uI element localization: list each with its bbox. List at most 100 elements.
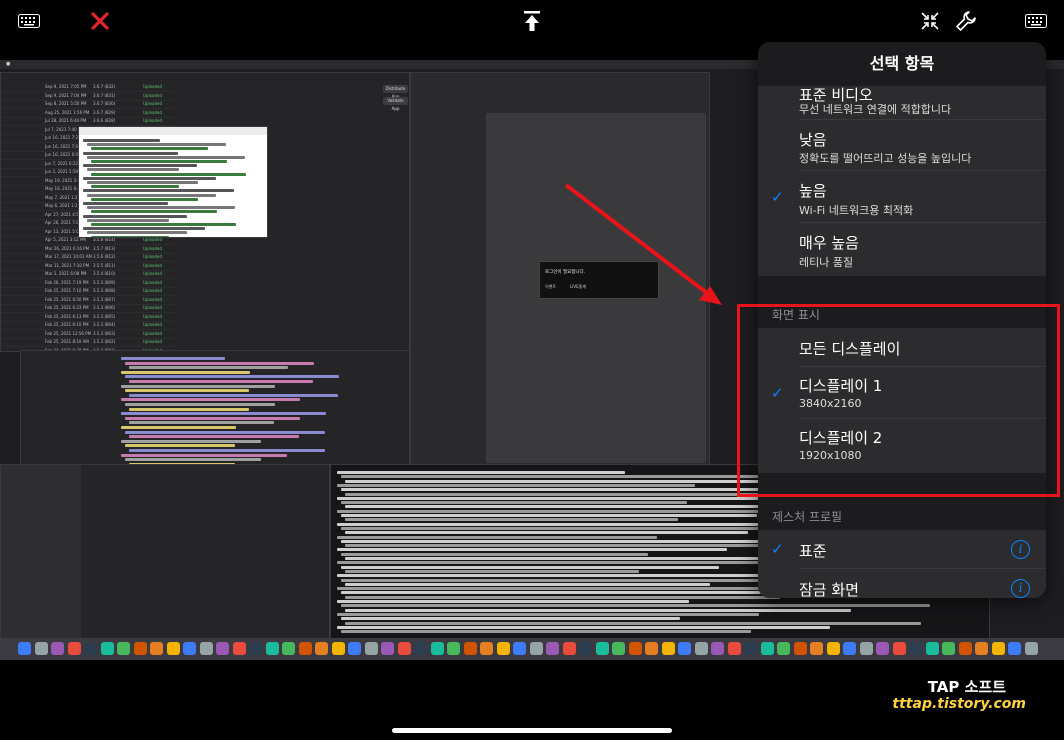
dock-app-icon[interactable] (166, 642, 180, 655)
dock-app-icon[interactable] (909, 642, 922, 655)
shrink-icon[interactable] (915, 8, 945, 34)
dock-app-icon[interactable] (348, 642, 361, 655)
dock-app-icon[interactable] (711, 642, 724, 655)
terminal-window[interactable] (78, 126, 268, 238)
dock-app-icon[interactable] (892, 642, 906, 655)
text-line (129, 421, 274, 425)
dock-app-icon[interactable] (727, 642, 741, 655)
validate-app-button[interactable]: Validate App (383, 97, 408, 111)
finder-window[interactable] (0, 464, 330, 640)
dock-app-icon[interactable] (430, 642, 444, 655)
gesture-lock-screen-item[interactable]: 잠금 화면 i (758, 569, 1046, 598)
dock-app-icon[interactable] (480, 642, 493, 655)
dock[interactable] (0, 638, 1064, 660)
dock-app-icon[interactable] (331, 642, 345, 655)
dock-app-icon[interactable] (628, 642, 642, 655)
text-line (341, 501, 687, 505)
dock-app-icon[interactable] (463, 642, 477, 655)
dock-app-icon[interactable] (117, 642, 130, 655)
dock-app-icon[interactable] (232, 642, 246, 655)
dock-app-icon[interactable] (34, 642, 48, 655)
dock-app-icon[interactable] (183, 642, 196, 655)
dock-app-icon[interactable] (876, 642, 889, 655)
text-line (337, 561, 798, 565)
close-icon[interactable] (85, 8, 115, 34)
quality-very-high-item[interactable]: 매우 높음 레티나 품질 (758, 223, 1046, 276)
dock-app-icon[interactable] (975, 642, 988, 655)
keyboard-icon[interactable] (1021, 8, 1051, 34)
dock-app-icon[interactable] (298, 642, 312, 655)
dock-app-icon[interactable] (51, 642, 64, 655)
dock-app-icon[interactable] (760, 642, 774, 655)
dock-app-icon[interactable] (942, 642, 955, 655)
quality-high-item[interactable]: ✓ 높음 Wi-Fi 네트워크용 최적화 (758, 171, 1046, 223)
text-line (121, 384, 276, 388)
code-editor[interactable] (20, 350, 410, 466)
gesture-standard-item[interactable]: ✓ 표준 i (758, 530, 1046, 569)
dock-app-icon[interactable] (843, 642, 856, 655)
text-line (121, 453, 287, 457)
text-line (337, 496, 766, 500)
dock-app-icon[interactable] (133, 642, 147, 655)
dock-app-icon[interactable] (447, 642, 460, 655)
dock-app-icon[interactable] (529, 642, 543, 655)
dock-app-icon[interactable] (859, 642, 873, 655)
keyboard-icon[interactable] (14, 8, 44, 34)
dock-app-icon[interactable] (249, 642, 262, 655)
dock-app-icon[interactable] (645, 642, 658, 655)
dock-app-icon[interactable] (496, 642, 510, 655)
dock-app-icon[interactable] (777, 642, 790, 655)
dock-app-icon[interactable] (595, 642, 609, 655)
dialog-tab-live[interactable]: LIVE중계 (570, 284, 586, 290)
dock-app-icon[interactable] (100, 642, 114, 655)
dock-app-icon[interactable] (84, 642, 97, 655)
dock-app-icon[interactable] (199, 642, 213, 655)
dock-app-icon[interactable] (282, 642, 295, 655)
dock-app-icon[interactable] (562, 642, 576, 655)
dock-app-icon[interactable] (958, 642, 972, 655)
item-title: 낮음 (799, 131, 827, 149)
dock-app-icon[interactable] (414, 642, 427, 655)
upload-status: Uploaded (143, 271, 163, 276)
dock-app-icon[interactable] (397, 642, 411, 655)
quality-low-item[interactable]: 낮음 정확도를 떨어뜨리고 성능을 높입니다 (758, 120, 1046, 171)
dock-app-icon[interactable] (826, 642, 840, 655)
dock-app-icon[interactable] (150, 642, 163, 655)
dock-app-icon[interactable] (744, 642, 757, 655)
dock-app-icon[interactable] (1008, 642, 1021, 655)
dock-app-icon[interactable] (265, 642, 279, 655)
info-icon[interactable]: i (1011, 540, 1030, 559)
dock-app-icon[interactable] (315, 642, 328, 655)
info-icon[interactable]: i (1011, 579, 1030, 598)
dock-app-icon[interactable] (925, 642, 939, 655)
dock-app-icon[interactable] (579, 642, 592, 655)
dock-app-icon[interactable] (364, 642, 378, 655)
dock-app-icon[interactable] (67, 642, 81, 655)
dock-app-icon[interactable] (381, 642, 394, 655)
dock-app-icon[interactable] (513, 642, 526, 655)
text-line (125, 416, 300, 420)
wrench-icon[interactable] (951, 8, 981, 34)
dock-app-icon[interactable] (793, 642, 807, 655)
login-dialog[interactable]: 로그인이 필요합니다. 이벤트 LIVE중계 (539, 261, 659, 299)
text-line (125, 403, 275, 406)
dock-app-icon[interactable] (1024, 642, 1038, 655)
dock-app-icon[interactable] (18, 642, 31, 655)
dock-app-icon[interactable] (612, 642, 625, 655)
dock-app-icon[interactable] (546, 642, 559, 655)
upload-status: Uploaded (143, 118, 163, 123)
dock-app-icon[interactable] (694, 642, 708, 655)
archive-version: 3.5.3 (808) (93, 288, 116, 293)
dialog-tab-events[interactable]: 이벤트 (545, 284, 556, 290)
dock-app-icon[interactable] (678, 642, 691, 655)
dock-app-icon[interactable] (661, 642, 675, 655)
home-indicator[interactable] (392, 728, 672, 733)
upload-status: Uploaded (143, 305, 163, 310)
xcode-window[interactable]: 로그인이 필요합니다. 이벤트 LIVE중계 (410, 72, 710, 470)
archive-date: Jul 28, 2021 6:44 PM (45, 118, 87, 123)
dock-app-icon[interactable] (810, 642, 823, 655)
dock-app-icon[interactable] (216, 642, 229, 655)
dock-app-icon[interactable] (991, 642, 1005, 655)
distribute-app-button[interactable]: Distribute App (383, 85, 408, 99)
upload-icon[interactable] (517, 8, 547, 34)
